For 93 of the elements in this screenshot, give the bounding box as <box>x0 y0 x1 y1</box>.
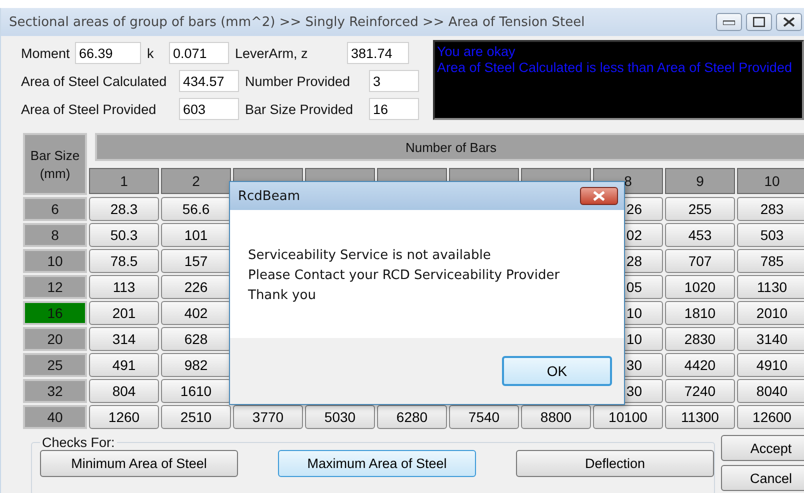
field-label: Moment <box>21 46 71 60</box>
area-cell[interactable]: 3770 <box>233 405 303 429</box>
row-header[interactable]: 40 <box>23 405 87 429</box>
field-label: Area of Steel Calculated <box>21 74 168 88</box>
area-cell[interactable]: 11300 <box>665 405 735 429</box>
area-cell[interactable]: 201 <box>89 301 159 325</box>
close-button[interactable] <box>776 13 802 31</box>
area-cell[interactable]: 2830 <box>665 327 735 351</box>
area-cell[interactable]: 1020 <box>665 275 735 299</box>
area-cell[interactable]: 7240 <box>665 379 735 403</box>
row-header[interactable]: 20 <box>23 327 87 351</box>
area-cell[interactable]: 2510 <box>161 405 231 429</box>
steel-provided-field[interactable]: 603 <box>179 98 239 120</box>
area-cell[interactable]: 491 <box>89 353 159 377</box>
area-cell[interactable]: 3140 <box>737 327 804 351</box>
area-cell[interactable]: 101 <box>161 223 231 247</box>
area-cell[interactable]: 1810 <box>665 301 735 325</box>
area-cell[interactable]: 4420 <box>665 353 735 377</box>
column-header: 9 <box>665 168 735 194</box>
bar-size-field[interactable]: 16 <box>369 98 419 120</box>
column-header: 1 <box>89 168 159 194</box>
area-cell[interactable]: 8800 <box>521 405 591 429</box>
area-cell[interactable]: 1130 <box>737 275 804 299</box>
field-label: Number Provided <box>245 74 352 88</box>
area-cell[interactable]: 503 <box>737 223 804 247</box>
lever-arm-field[interactable]: 381.74 <box>347 42 409 64</box>
action-button[interactable]: Cancel <box>721 465 804 491</box>
check-button[interactable]: Minimum Area of Steel <box>40 450 238 477</box>
area-cell[interactable]: 157 <box>161 249 231 273</box>
row-header[interactable]: 12 <box>23 275 87 299</box>
k-field[interactable]: 0.071 <box>169 42 229 64</box>
area-cell[interactable]: 402 <box>161 301 231 325</box>
area-cell[interactable]: 8040 <box>737 379 804 403</box>
dialog-title: RcdBeam <box>238 188 300 204</box>
area-cell[interactable]: 804 <box>89 379 159 403</box>
area-cell[interactable]: 628 <box>161 327 231 351</box>
area-cell[interactable]: 1260 <box>89 405 159 429</box>
area-cell[interactable]: 10100 <box>593 405 663 429</box>
area-cell[interactable]: 982 <box>161 353 231 377</box>
area-cell[interactable]: 7540 <box>449 405 519 429</box>
row-header[interactable]: 32 <box>23 379 87 403</box>
field-label: LeverArm, z <box>235 46 309 60</box>
action-button[interactable]: Accept <box>721 435 804 461</box>
close-icon <box>593 191 605 201</box>
message-line: Area of Steel Calculated is less than Area of Steel Provided <box>437 60 793 76</box>
area-cell[interactable]: 12600 <box>737 405 804 429</box>
field-label: Bar Size Provided <box>245 102 354 116</box>
area-cell[interactable]: 5030 <box>305 405 375 429</box>
column-header: Number of Bars <box>95 133 804 161</box>
area-cell[interactable]: 2010 <box>737 301 804 325</box>
area-cell[interactable]: 50.3 <box>89 223 159 247</box>
row-header[interactable]: 6 <box>23 197 87 221</box>
check-button[interactable]: Deflection <box>516 450 714 477</box>
area-cell[interactable]: 56.6 <box>161 197 231 221</box>
field-label: k <box>147 46 155 60</box>
field-label: Area of Steel Provided <box>21 102 158 116</box>
dialog-message: Thank you <box>248 287 317 305</box>
minimize-icon <box>723 19 735 25</box>
number-provided-field[interactable]: 3 <box>369 70 419 92</box>
area-cell[interactable]: 283 <box>737 197 804 221</box>
area-cell[interactable]: 6280 <box>377 405 447 429</box>
check-button[interactable]: Maximum Area of Steel <box>278 450 476 477</box>
group-title: Checks For: <box>41 435 116 450</box>
maximize-icon <box>753 17 765 27</box>
moment-field[interactable]: 66.39 <box>75 42 141 64</box>
area-cell[interactable]: 707 <box>665 249 735 273</box>
row-header[interactable]: 16 <box>23 301 87 325</box>
close-button[interactable] <box>580 187 618 205</box>
column-header: 10 <box>737 168 804 194</box>
row-header[interactable]: 8 <box>23 223 87 247</box>
area-cell[interactable]: 314 <box>89 327 159 351</box>
area-cell[interactable]: 785 <box>737 249 804 273</box>
area-cell[interactable]: 78.5 <box>89 249 159 273</box>
dialog-message: Please Contact your RCD Serviceability Provider <box>248 267 561 285</box>
maximize-button[interactable] <box>746 13 772 31</box>
steel-calculated-field[interactable]: 434.57 <box>179 70 239 92</box>
close-icon <box>783 17 795 27</box>
area-cell[interactable]: 113 <box>89 275 159 299</box>
area-cell[interactable]: 28.3 <box>89 197 159 221</box>
row-header[interactable]: 25 <box>23 353 87 377</box>
ok-button[interactable]: OK <box>502 356 612 386</box>
area-cell[interactable]: 4910 <box>737 353 804 377</box>
column-header: 2 <box>161 168 231 194</box>
area-cell[interactable]: 255 <box>665 197 735 221</box>
column-header: Bar Size (mm) <box>23 133 87 195</box>
area-cell[interactable]: 453 <box>665 223 735 247</box>
minimize-button[interactable] <box>716 13 742 31</box>
area-cell[interactable]: 226 <box>161 275 231 299</box>
message-line: You are okay <box>437 44 516 60</box>
window-title: Sectional areas of group of bars (mm^2) >> Singly Reinforced >> Area of Tension Steel <box>9 14 585 30</box>
area-cell[interactable]: 1610 <box>161 379 231 403</box>
dialog-message: Serviceability Service is not available <box>248 247 492 265</box>
row-header[interactable]: 10 <box>23 249 87 273</box>
